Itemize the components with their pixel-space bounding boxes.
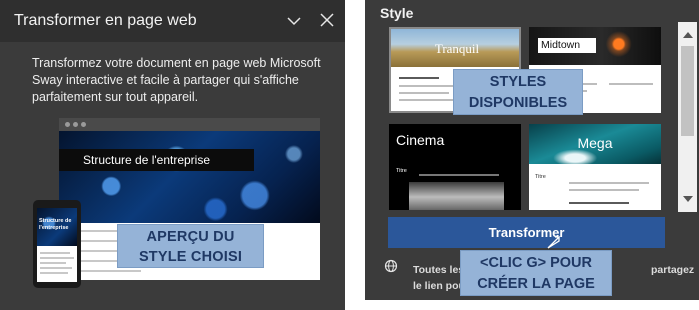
preview-heading: Structure de l'entreprise [59, 149, 254, 171]
style-subtitle: Titre [396, 168, 407, 174]
share-note-end: partagez [651, 264, 695, 276]
styles-annotation-line2: DISPONIBLES [468, 95, 568, 111]
share-note-start: Toutes les [413, 264, 465, 276]
pane-header: Transformer en page web [0, 0, 345, 42]
pane-title: Transformer en page web [14, 12, 197, 29]
style-name: Tranquil [434, 41, 480, 56]
click-annotation-line1: <CLIC G> POUR [480, 255, 592, 271]
click-annotation: <CLIC G> POUR CRÉER LA PAGE [460, 250, 612, 296]
style-pane: Style Tranquil Midtown Cinema Titre Mega… [365, 0, 699, 300]
scroll-up-icon[interactable] [683, 32, 693, 38]
preview-annotation-line1: APERÇU DU [146, 229, 235, 245]
click-annotation-line2: CRÉER LA PAGE [477, 276, 595, 292]
transform-web-page-pane: Transformer en page web Transformez votr… [0, 0, 345, 310]
style-subtitle: Titre [535, 174, 546, 180]
styles-scrollbar[interactable] [678, 22, 697, 212]
style-thumbnail-mega[interactable]: Mega Titre [529, 124, 661, 210]
scroll-thumb[interactable] [681, 46, 694, 136]
chevron-down-icon[interactable] [286, 13, 302, 29]
scroll-down-icon[interactable] [683, 196, 693, 202]
mouse-cursor-icon [547, 236, 561, 249]
transform-button[interactable]: Transformer [388, 217, 665, 248]
phone-preview-heading: Structure de l'entreprise [39, 218, 72, 231]
phone-preview: Structure de l'entreprise [33, 200, 81, 288]
styles-annotation: STYLES DISPONIBLES [453, 69, 583, 115]
preview-annotation: APERÇU DU STYLE CHOISI [117, 224, 264, 268]
style-thumbnail-cinema[interactable]: Cinema Titre [389, 124, 521, 210]
preview-hero-image: Structure de l'entreprise [59, 131, 320, 223]
style-name: Cinema [396, 132, 445, 148]
pane-description: Transformez votre document en page web M… [32, 56, 321, 104]
close-icon[interactable] [320, 13, 334, 27]
preview-annotation-line2: STYLE CHOISI [138, 249, 243, 265]
style-name: Mega [577, 135, 613, 151]
styles-annotation-line1: STYLES [489, 74, 547, 90]
browser-bar [59, 118, 320, 131]
style-section-label: Style [380, 5, 414, 21]
globe-icon [384, 259, 398, 273]
style-name: Midtown [538, 38, 596, 53]
